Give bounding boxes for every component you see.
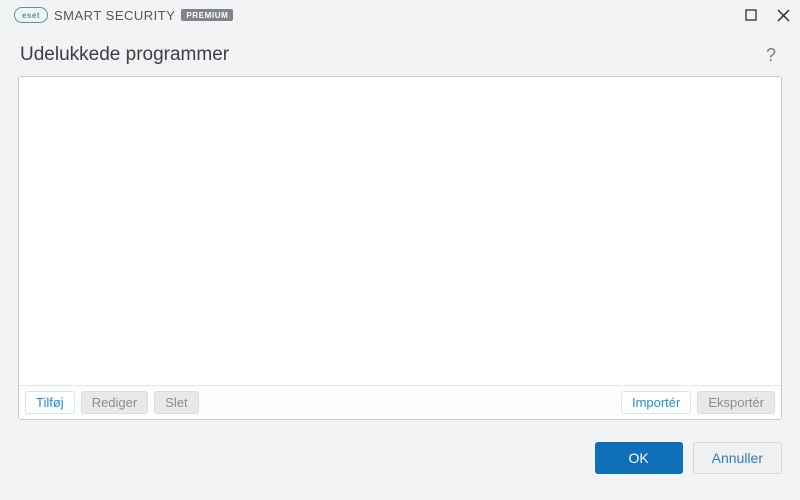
panel-toolbar: Tilføj Rediger Slet Importér Eksportér	[19, 385, 781, 419]
delete-button: Slet	[154, 391, 198, 414]
add-button[interactable]: Tilføj	[25, 391, 75, 414]
edit-button: Rediger	[81, 391, 149, 414]
window-controls	[744, 8, 790, 22]
exclusion-list[interactable]	[19, 77, 781, 385]
brand-badge: PREMIUM	[181, 9, 233, 21]
footer: OK Annuller	[0, 420, 800, 474]
page-title: Udelukkede programmer	[20, 44, 229, 66]
header-row: Udelukkede programmer ?	[0, 30, 800, 76]
maximize-button[interactable]	[744, 8, 758, 22]
export-button: Eksportér	[697, 391, 775, 414]
ok-button[interactable]: OK	[595, 442, 683, 474]
cancel-button[interactable]: Annuller	[693, 442, 782, 474]
exclusion-list-panel: Tilføj Rediger Slet Importér Eksportér	[18, 76, 782, 420]
maximize-icon	[745, 9, 757, 21]
brand-logo-icon: eset	[14, 7, 48, 23]
help-button[interactable]: ?	[762, 45, 780, 66]
brand-product-name: SMART SECURITY	[54, 8, 175, 23]
close-button[interactable]	[776, 8, 790, 22]
brand: eset SMART SECURITY PREMIUM	[14, 7, 233, 23]
close-icon	[777, 9, 790, 22]
titlebar: eset SMART SECURITY PREMIUM	[0, 0, 800, 30]
import-button[interactable]: Importér	[621, 391, 691, 414]
